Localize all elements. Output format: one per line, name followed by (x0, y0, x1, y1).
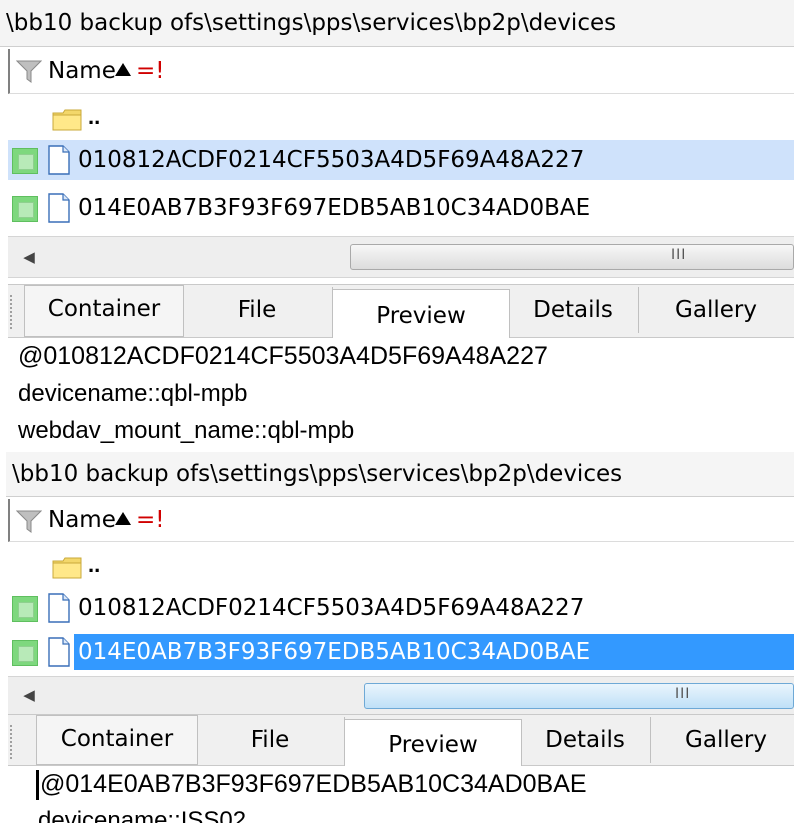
checkbox-icon[interactable] (12, 596, 38, 622)
horizontal-scrollbar[interactable]: ◀ III (8, 236, 794, 278)
file-row[interactable]: 014E0AB7B3F93F697EDB5AB10C34AD0BAE (8, 632, 794, 672)
checkbox-icon[interactable] (12, 148, 38, 174)
preview-line[interactable]: @014E0AB7B3F93F697EDB5AB10C34AD0BAE (40, 768, 794, 801)
tab-gallery[interactable]: Gallery (650, 717, 794, 763)
folder-icon (52, 109, 82, 131)
file-row[interactable]: 010812ACDF0214CF5503A4D5F69A48A227 (8, 588, 794, 628)
tab-details[interactable]: Details (508, 287, 639, 333)
scrollbar-grip: III (675, 686, 691, 702)
toolbar-handle[interactable] (10, 725, 16, 759)
checkbox-icon[interactable] (12, 640, 38, 666)
parent-folder-label: .. (88, 104, 101, 129)
preview-line: @010812ACDF0214CF5503A4D5F69A48A227 (18, 342, 548, 370)
checkbox-icon[interactable] (12, 196, 38, 222)
scrollbar-grip: III (671, 247, 687, 263)
file-browser-panel-2: \bb10 backup ofs\settings\pps\services\b… (0, 452, 794, 823)
text-caret (36, 770, 39, 800)
parent-folder-label: .. (88, 552, 101, 577)
sort-flag: =! (136, 507, 165, 533)
file-row[interactable]: 014E0AB7B3F93F697EDB5AB10C34AD0BAE (8, 188, 794, 228)
column-header-name[interactable]: Name =! (8, 499, 794, 542)
tab-bar: Container File Preview Details Gallery (8, 714, 794, 766)
preview-line[interactable]: devicename::ISS02 (38, 804, 794, 823)
tab-container[interactable]: Container (24, 285, 184, 337)
scroll-left-arrow-icon[interactable]: ◀ (18, 249, 40, 267)
column-header-name[interactable]: Name =! (8, 49, 794, 94)
path-bar: \bb10 backup ofs\settings\pps\services\b… (6, 452, 794, 497)
column-name-label: Name (48, 507, 116, 533)
filter-icon[interactable] (16, 59, 42, 83)
tab-preview[interactable]: Preview (344, 719, 522, 766)
preview-line: webdav_mount_name::qbl-mpb (18, 417, 355, 444)
path-bar: \bb10 backup ofs\settings\pps\services\b… (0, 0, 794, 47)
sort-ascending-icon (115, 63, 131, 76)
tab-details[interactable]: Details (520, 717, 651, 763)
file-name: 010812ACDF0214CF5503A4D5F69A48A227 (78, 147, 585, 173)
tab-bar: Container File Preview Details Gallery (8, 284, 794, 338)
scroll-left-arrow-icon[interactable]: ◀ (18, 687, 40, 705)
file-browser-panel-1: \bb10 backup ofs\settings\pps\services\b… (0, 0, 794, 452)
folder-icon (52, 557, 82, 579)
tab-preview[interactable]: Preview (332, 289, 510, 338)
tab-container[interactable]: Container (36, 715, 198, 765)
file-row[interactable]: 010812ACDF0214CF5503A4D5F69A48A227 (8, 140, 794, 180)
document-icon (48, 193, 70, 223)
file-name: 014E0AB7B3F93F697EDB5AB10C34AD0BAE (78, 639, 591, 665)
sort-ascending-icon (115, 512, 131, 525)
file-name: 010812ACDF0214CF5503A4D5F69A48A227 (78, 595, 585, 621)
tab-gallery[interactable]: Gallery (638, 287, 794, 333)
horizontal-scrollbar[interactable]: ◀ III (8, 676, 794, 716)
scrollbar-thumb[interactable]: III (350, 244, 794, 270)
preview-line: devicename::qbl-mpb (18, 380, 248, 407)
document-icon (48, 593, 70, 623)
document-icon (48, 637, 70, 667)
tab-file[interactable]: File (182, 287, 333, 333)
scrollbar-thumb[interactable]: III (364, 683, 794, 709)
sort-flag: =! (136, 58, 165, 84)
file-name: 014E0AB7B3F93F697EDB5AB10C34AD0BAE (78, 195, 591, 221)
document-icon (48, 145, 70, 175)
tab-file[interactable]: File (196, 717, 345, 763)
column-name-label: Name (48, 58, 116, 84)
parent-folder-row[interactable]: .. (8, 548, 794, 582)
parent-folder-row[interactable]: .. (8, 100, 794, 134)
toolbar-handle[interactable] (10, 295, 16, 329)
filter-icon[interactable] (16, 509, 42, 533)
